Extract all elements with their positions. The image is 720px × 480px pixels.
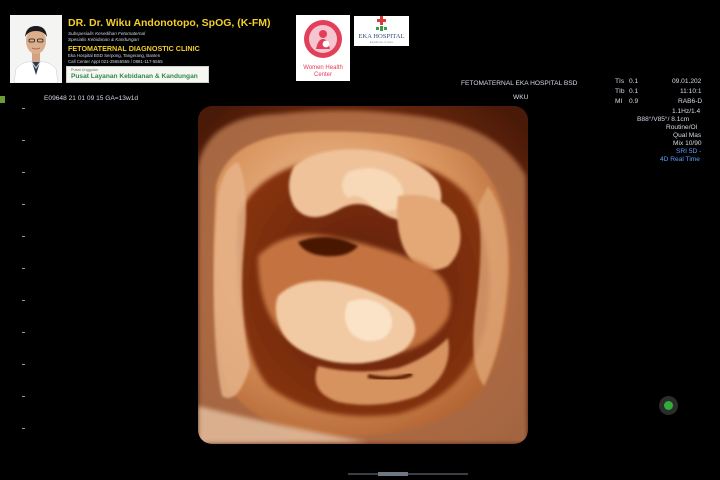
exam-date: 09.01.202 bbox=[672, 78, 702, 85]
center-small-label: Pusat Unggulan bbox=[71, 68, 99, 72]
ultrasound-render bbox=[198, 106, 528, 444]
patient-line: E09648 21 01 09 15 GA=13w1d bbox=[44, 95, 139, 102]
women-health-center-logo: Women Health Center bbox=[296, 15, 350, 81]
doctor-name: DR. Dr. Wiku Andonotopo, SpOG, (K-FM) bbox=[68, 17, 271, 29]
eka-sub-label: Excellence in Care bbox=[369, 40, 394, 44]
scroll-indicator bbox=[348, 463, 468, 476]
param-label: TIb bbox=[615, 88, 625, 95]
center-of-excellence-badge: Pusat Unggulan Pusat Layanan Kebidanan &… bbox=[66, 66, 209, 83]
clinic-address-2: Call Center Appt 021-25655555 / 0881-117… bbox=[68, 59, 163, 64]
clinic-address-1: Eka Hospital BSD Serpong, Tangerang, Ban… bbox=[68, 53, 161, 58]
orientation-marker bbox=[0, 96, 5, 103]
eka-label: EKA HOSPITAL bbox=[358, 33, 405, 40]
depth-ruler bbox=[22, 108, 28, 438]
status-indicator-icon bbox=[664, 401, 673, 410]
exam-time: 11:10:1 bbox=[680, 88, 702, 95]
param-value: 0.9 bbox=[629, 98, 639, 105]
settings-line: B88°/V85°/ 8.1cm bbox=[637, 116, 690, 123]
probe-label: RAB6-D bbox=[678, 98, 703, 105]
settings-line: 1.1Hz/1.4 bbox=[672, 108, 701, 115]
whc-label-1: Women Health bbox=[303, 65, 343, 71]
eka-hospital-logo: EKA HOSPITAL Excellence in Care bbox=[354, 16, 409, 46]
settings-line: Routine/Ol bbox=[666, 124, 698, 131]
param-label: MI bbox=[615, 98, 623, 105]
mode-line: SRI 5D - bbox=[676, 148, 702, 155]
param-value: 0.1 bbox=[629, 88, 639, 95]
doctor-subtitle-1: Subspesialis Kesedihan Fetomaternal bbox=[68, 31, 146, 36]
operator-overlay: WKU bbox=[513, 94, 529, 101]
hospital-overlay: FETOMATERNAL EKA HOSPITAL BSD bbox=[461, 80, 578, 87]
whc-label-2: Center bbox=[314, 72, 332, 78]
settings-line: Mix 10/90 bbox=[673, 140, 702, 147]
clinic-name: FETOMATERNAL DIAGNOSTIC CLINIC bbox=[68, 44, 200, 53]
mode-line: 4D Real Time bbox=[660, 156, 700, 163]
settings-line: Qual Mas bbox=[673, 132, 702, 139]
doctor-subtitle-2: Spesialis Kebidanan & Kandungan bbox=[68, 37, 139, 42]
param-label: TIs bbox=[615, 78, 625, 85]
doctor-photo bbox=[10, 15, 62, 83]
center-main-label: Pusat Layanan Kebidanan & Kandungan bbox=[71, 73, 198, 80]
param-value: 0.1 bbox=[629, 78, 639, 85]
